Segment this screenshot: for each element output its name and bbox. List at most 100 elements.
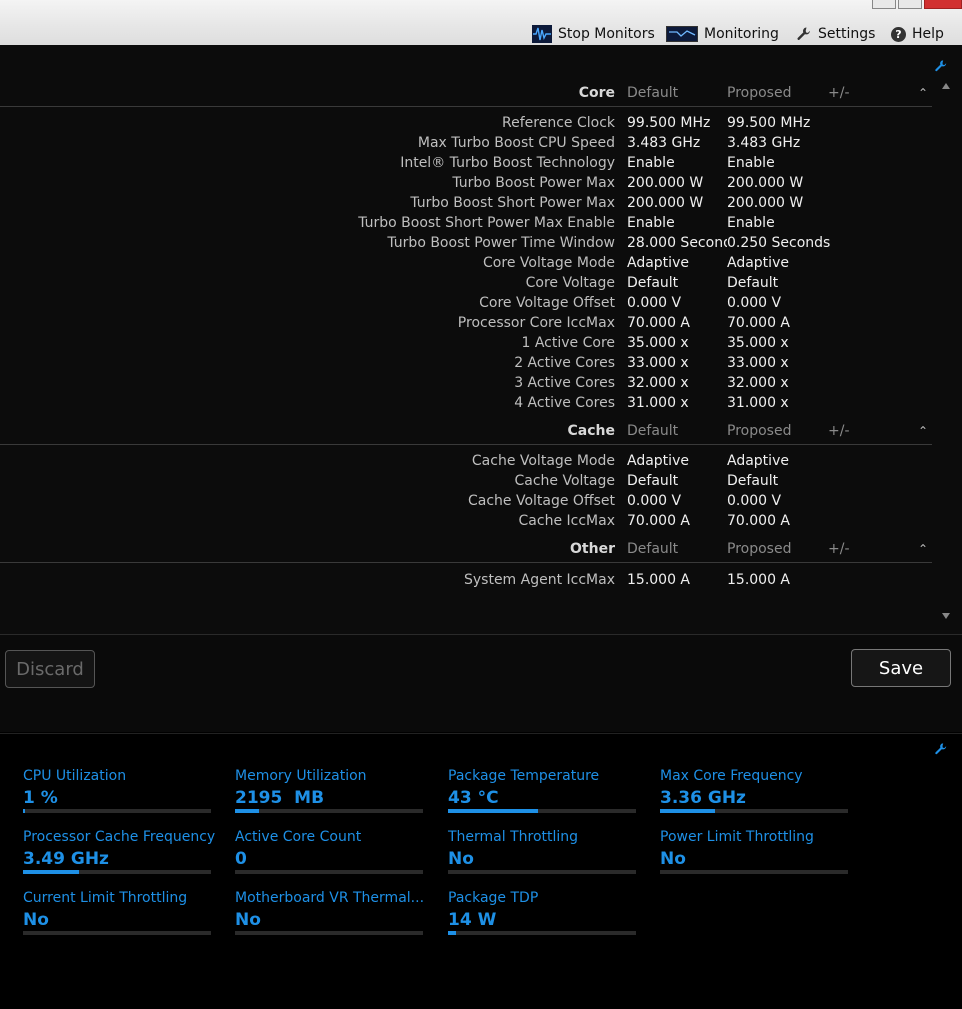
monitor-label: Power Limit Throttling [660,829,814,845]
default-value: 33.000 x [627,355,689,371]
monitor-tile[interactable]: Max Core Frequency 3.36 GHz [660,768,848,822]
proposed-value[interactable]: 0.250 Seconds [727,235,830,251]
default-value: 99.500 MHz [627,115,711,131]
maximize-button[interactable] [898,0,922,9]
setting-row[interactable]: Cache Voltage Mode Adaptive Adaptive [0,452,932,472]
help-button[interactable]: ? Help [891,24,944,44]
wrench-icon[interactable] [934,742,948,760]
monitor-tile[interactable]: Thermal Throttling No [448,829,636,883]
monitor-tile[interactable]: Package TDP 14 W [448,890,636,944]
monitor-value: No [235,910,261,930]
setting-row[interactable]: Cache Voltage Offset 0.000 V 0.000 V [0,492,932,512]
stop-monitors-button[interactable]: Stop Monitors [532,24,655,44]
proposed-value[interactable]: Default [727,473,778,489]
monitor-bar [448,809,636,813]
monitoring-button[interactable]: Monitoring [666,24,779,44]
monitor-tile[interactable]: CPU Utilization 1 % [23,768,211,822]
close-button[interactable] [924,0,962,9]
monitor-bar [235,809,423,813]
chevron-up-icon[interactable]: ⌃ [918,424,928,438]
section-title: Cache [567,423,615,439]
settings-button[interactable]: Settings [796,24,875,44]
monitor-label: Package TDP [448,890,539,906]
setting-row[interactable]: Turbo Boost Power Max 200.000 W 200.000 W [0,174,932,194]
monitor-value: 43 °C [448,788,499,808]
discard-button[interactable]: Discard [5,650,95,688]
setting-row[interactable]: System Agent IccMax 15.000 A 15.000 A [0,571,932,591]
default-value: Enable [627,155,675,171]
section-header-core[interactable]: Core Default Proposed +/- ⌃ [0,83,932,107]
chevron-up-icon[interactable]: ⌃ [918,86,928,100]
proposed-value[interactable]: 70.000 A [727,315,790,331]
proposed-value[interactable]: 3.483 GHz [727,135,800,151]
setting-row[interactable]: Turbo Boost Short Power Max 200.000 W 200.… [0,194,932,214]
monitor-value: No [660,849,686,869]
proposed-value[interactable]: Enable [727,215,775,231]
setting-label: 4 Active Cores [514,395,615,411]
section-title: Core [578,85,615,101]
setting-label: Intel® Turbo Boost Technology [400,155,615,171]
proposed-value[interactable]: 70.000 A [727,513,790,529]
setting-row[interactable]: Turbo Boost Power Time Window 28.000 Seco… [0,234,932,254]
chevron-up-icon[interactable]: ⌃ [918,542,928,556]
setting-label: Cache Voltage [514,473,615,489]
setting-row[interactable]: Core Voltage Default Default [0,274,932,294]
monitor-tile[interactable]: Power Limit Throttling No [660,829,848,883]
scroll-up-icon[interactable] [942,83,950,89]
section-header-cache[interactable]: Cache Default Proposed +/- ⌃ [0,421,932,445]
setting-row[interactable]: Cache IccMax 70.000 A 70.000 A [0,512,932,532]
monitor-label: Motherboard VR Thermal... [235,890,425,906]
monitor-tile[interactable]: Active Core Count 0 [235,829,423,883]
column-default: Default [627,423,679,439]
setting-row[interactable]: 2 Active Cores 33.000 x 33.000 x [0,354,932,374]
monitor-tile[interactable]: Current Limit Throttling No [23,890,211,944]
setting-label: Max Turbo Boost CPU Speed [417,135,615,151]
setting-row[interactable]: Cache Voltage Default Default [0,472,932,492]
proposed-value[interactable]: 33.000 x [727,355,789,371]
minimize-button[interactable] [872,0,896,9]
setting-row[interactable]: Turbo Boost Short Power Max Enable Enable… [0,214,932,234]
monitor-icon [666,26,698,42]
setting-row[interactable]: 1 Active Core 35.000 x 35.000 x [0,334,932,354]
proposed-value[interactable]: Adaptive [727,453,789,469]
monitor-label: Active Core Count [235,829,362,845]
setting-label: Cache Voltage Mode [471,453,615,469]
monitor-tile[interactable]: Motherboard VR Thermal... No [235,890,425,944]
setting-row[interactable]: 4 Active Cores 31.000 x 31.000 x [0,394,932,414]
save-button[interactable]: Save [851,649,951,687]
proposed-value[interactable]: 99.500 MHz [727,115,810,131]
wrench-icon[interactable] [934,59,948,77]
default-value: 15.000 A [627,572,691,588]
section-header-other[interactable]: Other Default Proposed +/- ⌃ [0,539,932,563]
proposed-value[interactable]: 32.000 x [727,375,789,391]
proposed-value[interactable]: Enable [727,155,775,171]
scroll-down-icon[interactable] [942,613,950,619]
wrench-icon [796,26,812,42]
setting-row[interactable]: Processor Core IccMax 70.000 A 70.000 A [0,314,932,334]
monitor-tile[interactable]: Memory Utilization 2195 MB [235,768,423,822]
monitor-tile[interactable]: Processor Cache Frequency 3.49 GHz [23,829,215,883]
proposed-value[interactable]: Default [727,275,778,291]
setting-row[interactable]: Intel® Turbo Boost Technology Enable Enabl… [0,154,932,174]
setting-row[interactable]: Reference Clock 99.500 MHz 99.500 MHz [0,114,932,134]
setting-row[interactable]: 3 Active Cores 32.000 x 32.000 x [0,374,932,394]
window-controls [872,0,962,9]
monitor-bar [660,809,848,813]
proposed-value[interactable]: 200.000 W [727,175,803,191]
setting-row[interactable]: Core Voltage Offset 0.000 V 0.000 V [0,294,932,314]
proposed-value[interactable]: 35.000 x [727,335,789,351]
setting-row[interactable]: Core Voltage Mode Adaptive Adaptive [0,254,932,274]
section-title: Other [570,541,615,557]
column-plusminus: +/- [828,541,850,557]
proposed-value[interactable]: Adaptive [727,255,789,271]
column-proposed: Proposed [727,423,792,439]
proposed-value[interactable]: 0.000 V [727,295,781,311]
monitor-tile[interactable]: Package Temperature 43 °C [448,768,636,822]
column-proposed: Proposed [727,541,792,557]
setting-row[interactable]: Max Turbo Boost CPU Speed 3.483 GHz 3.483 … [0,134,932,154]
proposed-value[interactable]: 0.000 V [727,493,781,509]
proposed-value[interactable]: 31.000 x [727,395,789,411]
proposed-value[interactable]: 200.000 W [727,195,803,211]
proposed-value[interactable]: 15.000 A [727,572,790,588]
setting-label: Cache IccMax [518,513,615,529]
